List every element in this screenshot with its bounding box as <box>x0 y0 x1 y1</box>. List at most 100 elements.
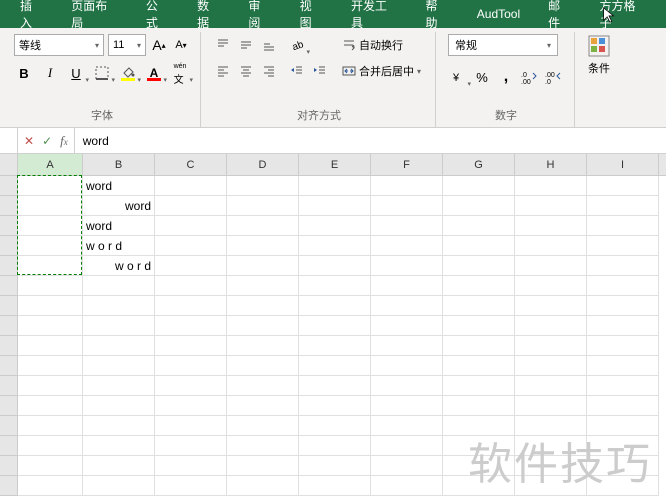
spreadsheet-grid[interactable]: wordwordwordw o r dw o r d <box>0 176 666 496</box>
cell-C8[interactable] <box>155 316 227 336</box>
cell-A7[interactable] <box>18 296 83 316</box>
column-header-C[interactable]: C <box>155 154 227 175</box>
cell-G12[interactable] <box>443 396 515 416</box>
cell-D10[interactable] <box>227 356 299 376</box>
cell-C10[interactable] <box>155 356 227 376</box>
cell-E4[interactable] <box>299 236 371 256</box>
cell-I2[interactable] <box>587 196 659 216</box>
fill-color-button[interactable] <box>118 62 138 84</box>
cell-D4[interactable] <box>227 236 299 256</box>
cell-F16[interactable] <box>371 476 443 496</box>
tab-page-layout[interactable]: 页面布局 <box>57 0 132 35</box>
align-middle[interactable] <box>236 34 256 56</box>
cell-A12[interactable] <box>18 396 83 416</box>
wrap-text-button[interactable]: 自动换行 <box>338 34 425 56</box>
cell-A15[interactable] <box>18 456 83 476</box>
cell-F13[interactable] <box>371 416 443 436</box>
cell-A13[interactable] <box>18 416 83 436</box>
cell-B5[interactable]: w o r d <box>83 256 155 276</box>
cell-I13[interactable] <box>587 416 659 436</box>
cell-G5[interactable] <box>443 256 515 276</box>
column-header-D[interactable]: D <box>227 154 299 175</box>
cell-C15[interactable] <box>155 456 227 476</box>
tab-help[interactable]: 帮助 <box>412 0 463 35</box>
cell-D13[interactable] <box>227 416 299 436</box>
cell-E12[interactable] <box>299 396 371 416</box>
cell-H9[interactable] <box>515 336 587 356</box>
cell-F15[interactable] <box>371 456 443 476</box>
cell-D8[interactable] <box>227 316 299 336</box>
cell-D14[interactable] <box>227 436 299 456</box>
accept-formula-button[interactable]: ✓ <box>42 134 52 148</box>
cell-A8[interactable] <box>18 316 83 336</box>
orientation-button[interactable]: ab <box>287 34 307 56</box>
cell-I15[interactable] <box>587 456 659 476</box>
cell-E10[interactable] <box>299 356 371 376</box>
row-header[interactable] <box>0 436 18 456</box>
cell-D16[interactable] <box>227 476 299 496</box>
percent-button[interactable]: % <box>472 66 492 88</box>
cell-G14[interactable] <box>443 436 515 456</box>
cell-I3[interactable] <box>587 216 659 236</box>
cell-C6[interactable] <box>155 276 227 296</box>
cell-A11[interactable] <box>18 376 83 396</box>
cell-H5[interactable] <box>515 256 587 276</box>
currency-button[interactable]: ¥ <box>448 66 468 88</box>
cell-C5[interactable] <box>155 256 227 276</box>
cell-I4[interactable] <box>587 236 659 256</box>
cell-F4[interactable] <box>371 236 443 256</box>
cell-C3[interactable] <box>155 216 227 236</box>
cell-A3[interactable] <box>18 216 83 236</box>
row-header[interactable] <box>0 176 18 196</box>
conditional-formatting-icon[interactable] <box>587 34 611 58</box>
cell-E2[interactable] <box>299 196 371 216</box>
cell-D9[interactable] <box>227 336 299 356</box>
cell-E14[interactable] <box>299 436 371 456</box>
cell-B6[interactable] <box>83 276 155 296</box>
align-left[interactable] <box>213 60 233 82</box>
tab-view[interactable]: 视图 <box>286 0 337 35</box>
cell-C11[interactable] <box>155 376 227 396</box>
tab-data[interactable]: 数据 <box>183 0 234 35</box>
cell-F1[interactable] <box>371 176 443 196</box>
row-header[interactable] <box>0 216 18 236</box>
cell-H11[interactable] <box>515 376 587 396</box>
cell-E13[interactable] <box>299 416 371 436</box>
cell-E6[interactable] <box>299 276 371 296</box>
cell-E11[interactable] <box>299 376 371 396</box>
font-name-combo[interactable]: 等线 ▾ <box>14 34 104 56</box>
cell-B14[interactable] <box>83 436 155 456</box>
cell-B7[interactable] <box>83 296 155 316</box>
cell-H4[interactable] <box>515 236 587 256</box>
row-header[interactable] <box>0 356 18 376</box>
cell-E15[interactable] <box>299 456 371 476</box>
cell-F7[interactable] <box>371 296 443 316</box>
align-bottom[interactable] <box>259 34 279 56</box>
cell-I16[interactable] <box>587 476 659 496</box>
cell-H15[interactable] <box>515 456 587 476</box>
cell-B3[interactable]: word <box>83 216 155 236</box>
cell-H3[interactable] <box>515 216 587 236</box>
tab-review[interactable]: 审阅 <box>234 0 285 35</box>
cell-C7[interactable] <box>155 296 227 316</box>
cell-G10[interactable] <box>443 356 515 376</box>
italic-button[interactable]: I <box>40 62 60 84</box>
border-button[interactable] <box>92 62 112 84</box>
cell-E9[interactable] <box>299 336 371 356</box>
cell-F12[interactable] <box>371 396 443 416</box>
column-header-A[interactable]: A <box>18 154 83 175</box>
cell-F3[interactable] <box>371 216 443 236</box>
cell-C13[interactable] <box>155 416 227 436</box>
row-header[interactable] <box>0 396 18 416</box>
cell-F8[interactable] <box>371 316 443 336</box>
formula-input[interactable]: word <box>75 134 666 148</box>
cell-A6[interactable] <box>18 276 83 296</box>
font-size-combo[interactable]: 11 ▾ <box>108 34 146 56</box>
cell-G1[interactable] <box>443 176 515 196</box>
cell-I1[interactable] <box>587 176 659 196</box>
cell-A4[interactable] <box>18 236 83 256</box>
cell-E16[interactable] <box>299 476 371 496</box>
cell-A14[interactable] <box>18 436 83 456</box>
underline-button[interactable]: U <box>66 62 86 84</box>
row-header[interactable] <box>0 256 18 276</box>
